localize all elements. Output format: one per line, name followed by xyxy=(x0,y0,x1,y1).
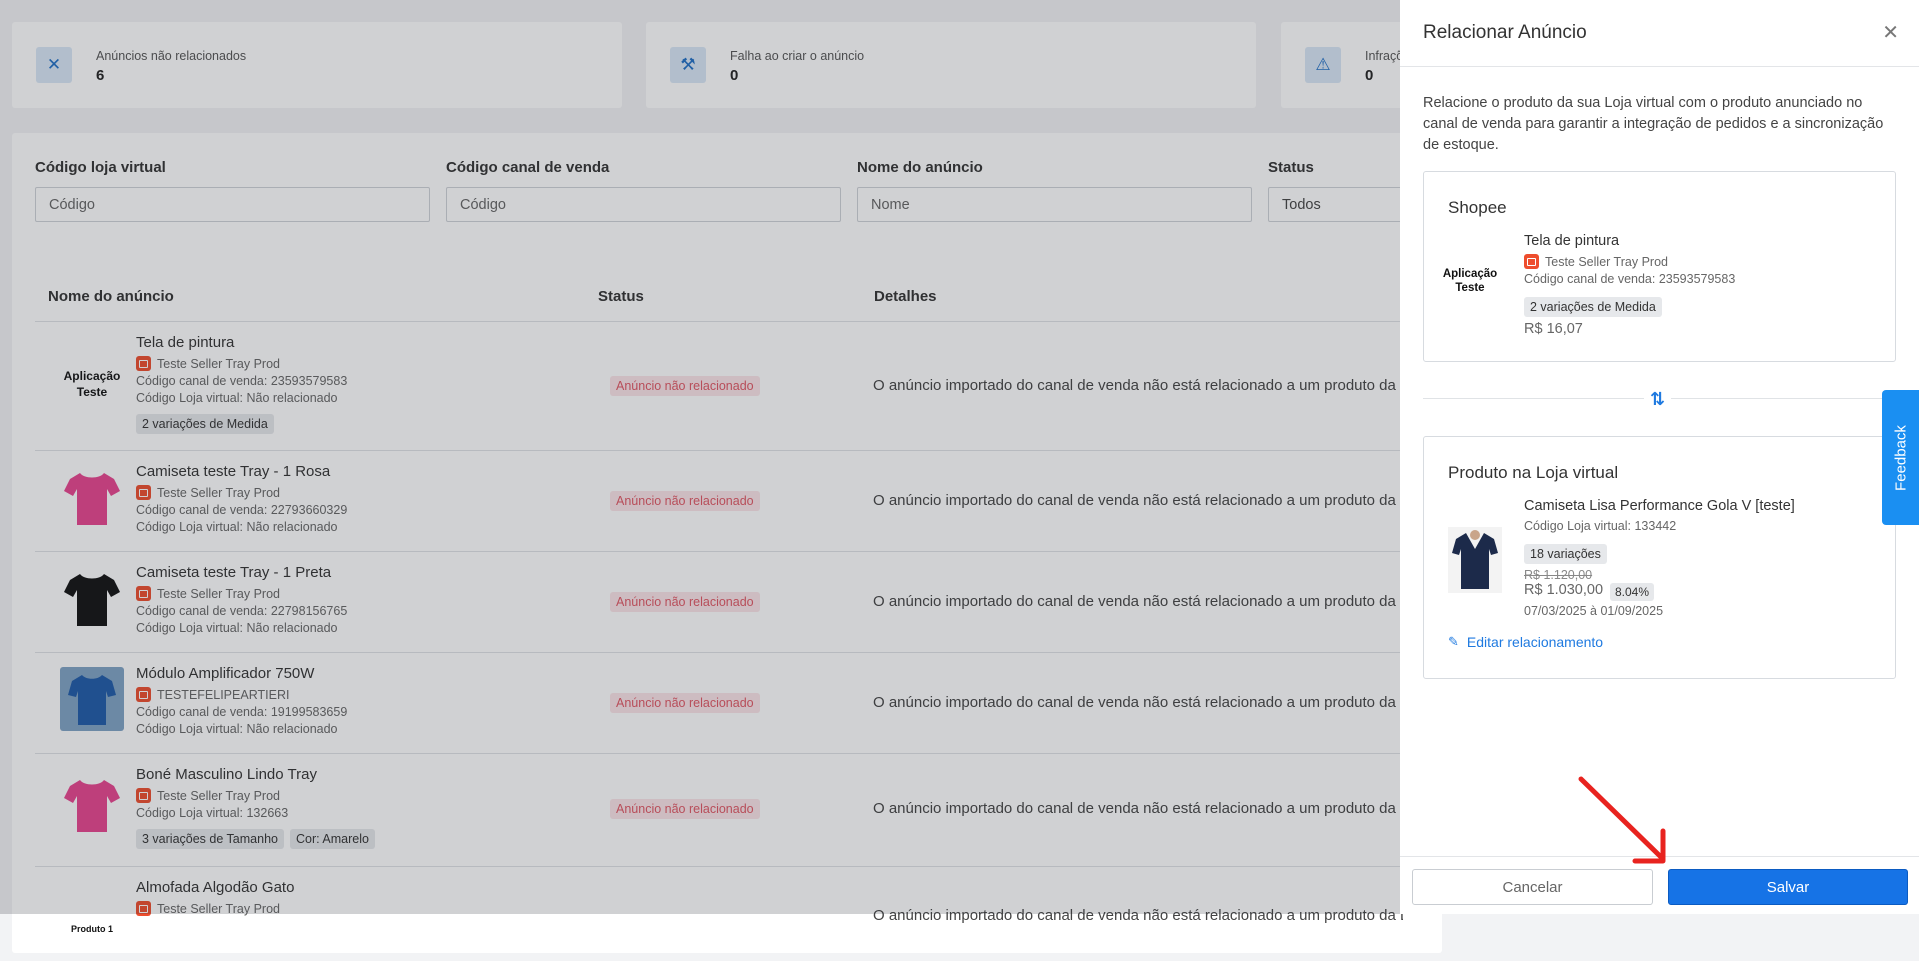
store-product-card: Produto na Loja virtual Camiseta Lisa Pe… xyxy=(1423,436,1896,679)
product-name: Tela de pintura xyxy=(1524,233,1620,249)
price: R$ 1.030,00 xyxy=(1524,582,1604,598)
card-heading: Shopee xyxy=(1448,198,1507,217)
edit-icon: ✎ xyxy=(1448,634,1459,649)
modal-overlay[interactable] xyxy=(0,0,1400,914)
variation-tag: 18 variações xyxy=(1524,544,1607,564)
price: R$ 16,07 xyxy=(1524,321,1583,337)
close-icon[interactable]: ✕ xyxy=(1882,20,1899,45)
navy-shirt-image xyxy=(1448,527,1502,593)
annotation-arrow-icon xyxy=(1578,776,1666,864)
channel-code: Código canal de venda: 23593579583 xyxy=(1524,272,1736,286)
variation-tag: 2 variações de Medida xyxy=(1524,297,1662,317)
old-price: R$ 1.120,00 xyxy=(1524,568,1593,582)
shopee-listing-card: Shopee Aplicação Teste Tela de pintura T… xyxy=(1423,171,1896,362)
save-button[interactable]: Salvar xyxy=(1668,869,1908,905)
swap-arrows-icon: ⇅ xyxy=(1644,389,1672,410)
seller: Teste Seller Tray Prod xyxy=(1524,254,1668,269)
card-heading: Produto na Loja virtual xyxy=(1448,463,1619,482)
shopee-icon xyxy=(1524,254,1539,269)
product-logo: Aplicação Teste xyxy=(1442,268,1498,294)
store-code: Código Loja virtual: 133442 xyxy=(1524,519,1677,533)
cancel-button[interactable]: Cancelar xyxy=(1412,869,1653,905)
seller-name: Teste Seller Tray Prod xyxy=(1545,254,1668,269)
feedback-label: Feedback xyxy=(1892,424,1909,491)
product-name: Camiseta Lisa Performance Gola V [teste] xyxy=(1524,498,1795,514)
drawer-description: Relacione o produto da sua Loja virtual … xyxy=(1423,95,1884,153)
edit-relationship-link[interactable]: ✎ Editar relacionamento xyxy=(1448,634,1603,650)
drawer-title: Relacionar Anúncio xyxy=(1423,22,1587,43)
discount-badge: 8.04% xyxy=(1610,583,1655,601)
drawer-header-divider xyxy=(1400,66,1919,67)
promo-dates: 07/03/2025 à 01/09/2025 xyxy=(1524,604,1664,618)
edit-relationship-label: Editar relacionamento xyxy=(1466,634,1604,650)
feedback-tab[interactable]: Feedback xyxy=(1882,390,1919,525)
